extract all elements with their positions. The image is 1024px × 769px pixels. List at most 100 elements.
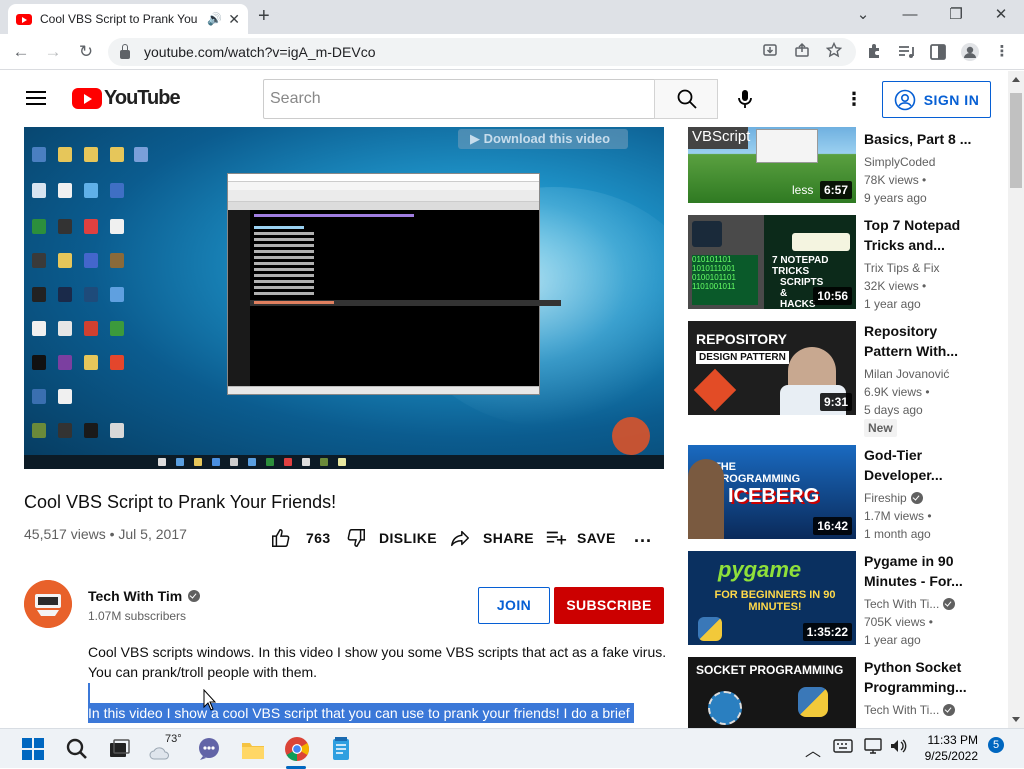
- verified-check-icon: [943, 704, 956, 716]
- scrollbar-thumb[interactable]: [1010, 93, 1022, 188]
- youtube-logo[interactable]: YouTube: [72, 87, 181, 110]
- playlist-add-icon: [546, 531, 567, 545]
- tab-search-icon[interactable]: ⌄: [840, 4, 886, 26]
- close-tab-icon[interactable]: ✕: [228, 11, 240, 28]
- verified-check-icon: [943, 598, 956, 610]
- teams-chat-icon[interactable]: [195, 735, 223, 763]
- address-bar[interactable]: youtube.com/watch?v=igA_m-DEVco: [108, 38, 856, 66]
- speaker-icon[interactable]: 🔊: [207, 12, 222, 26]
- maximize-button[interactable]: ❐: [933, 4, 979, 26]
- weather-temperature: 73°: [165, 733, 182, 745]
- new-tab-button[interactable]: +: [258, 6, 270, 26]
- verified-check-icon: [188, 590, 201, 602]
- show-hidden-icons-chevron[interactable]: ︿: [805, 737, 821, 761]
- search-input[interactable]: [264, 80, 654, 118]
- search-icon: [677, 89, 697, 109]
- recommended-channel-name[interactable]: Trix Tips & Fix: [864, 261, 940, 275]
- notepad-app-icon[interactable]: [327, 735, 355, 763]
- recommended-channel-name[interactable]: Tech With Ti...: [864, 597, 956, 611]
- install-app-icon[interactable]: [762, 42, 778, 58]
- media-control-icon[interactable]: [896, 42, 916, 62]
- video-thumbnail[interactable]: pygame FOR BEGINNERS IN 90 MINUTES! 1:35…: [688, 551, 856, 645]
- network-monitor-icon[interactable]: [864, 737, 882, 755]
- video-duration: 6:57: [819, 181, 852, 199]
- settings-more-icon[interactable]: ⋮: [842, 87, 866, 111]
- save-button[interactable]: SAVE: [545, 527, 616, 549]
- video-thumbnail[interactable]: 010101101 1010111001 0100101101 11010010…: [688, 215, 856, 309]
- dislike-button[interactable]: DISLIKE: [345, 527, 437, 549]
- subscribe-button[interactable]: SUBSCRIBE: [554, 587, 664, 624]
- more-actions-button[interactable]: ...: [634, 526, 652, 547]
- browser-tab-strip: Cool VBS Script to Prank You 🔊 ✕ + ⌄ — ❐…: [0, 0, 1024, 34]
- recommended-video[interactable]: SOCKET PROGRAMMING Python Socket Program…: [688, 657, 988, 728]
- search-button[interactable]: [654, 79, 718, 119]
- side-panel-icon[interactable]: [928, 42, 948, 62]
- recommended-video[interactable]: pygame FOR BEGINNERS IN 90 MINUTES! 1:35…: [688, 551, 988, 647]
- recommended-video-title[interactable]: Python Socket Programming...: [864, 657, 976, 697]
- like-button[interactable]: 763: [270, 527, 331, 549]
- share-page-icon[interactable]: [794, 42, 810, 58]
- lock-icon[interactable]: [120, 43, 130, 59]
- keyboard-icon[interactable]: [833, 739, 853, 753]
- profile-avatar-icon[interactable]: [960, 42, 980, 62]
- recommended-video-title[interactable]: Repository Pattern With...: [864, 321, 976, 361]
- recommended-video-title[interactable]: Pygame in 90 Minutes - For...: [864, 551, 976, 591]
- taskbar-search-icon[interactable]: [63, 735, 91, 763]
- minimize-button[interactable]: —: [887, 4, 933, 26]
- video-views-date: 45,517 views • Jul 5, 2017: [24, 526, 187, 542]
- close-window-button[interactable]: ✕: [978, 4, 1024, 26]
- share-button[interactable]: SHARE: [449, 527, 534, 549]
- system-clock[interactable]: 11:33 PM 9/25/2022: [912, 732, 978, 764]
- volume-icon[interactable]: [889, 737, 907, 755]
- bookmark-star-icon[interactable]: [826, 42, 842, 58]
- task-view-icon[interactable]: [105, 735, 133, 763]
- forward-arrow-icon[interactable]: →: [41, 40, 65, 64]
- page-scrollbar[interactable]: [1008, 71, 1024, 728]
- weather-widget[interactable]: 73°: [149, 733, 189, 763]
- recommended-views: 78K views •: [864, 173, 927, 187]
- notification-count-badge[interactable]: 5: [988, 737, 1004, 753]
- video-thumbnail[interactable]: REPOSITORY DESIGN PATTERN 9:31: [688, 321, 856, 415]
- recommended-video[interactable]: THE PROGRAMMING ICEBERG 16:42 God-Tier D…: [688, 445, 988, 541]
- channel-avatar[interactable]: [24, 580, 72, 628]
- recommended-video-title[interactable]: Basics, Part 8 ...: [864, 129, 976, 149]
- recommended-channel-name[interactable]: SimplyCoded: [864, 155, 935, 169]
- video-description: Cool VBS scripts windows. In this video …: [88, 644, 667, 680]
- back-arrow-icon[interactable]: ←: [9, 40, 33, 64]
- recommended-channel-name[interactable]: Tech With Ti...: [864, 703, 956, 717]
- thumbnail-text: 7 NOTEPAD TRICKS: [772, 255, 829, 277]
- video-thumbnail[interactable]: SOCKET PROGRAMMING: [688, 657, 856, 728]
- video-thumbnail[interactable]: VBScript less 6:57: [688, 127, 856, 203]
- channel-name[interactable]: Tech With Tim: [88, 588, 201, 604]
- sign-in-label: SIGN IN: [923, 91, 980, 108]
- recommended-channel-name[interactable]: Milan Jovanović: [864, 367, 949, 381]
- sign-in-button[interactable]: SIGN IN: [882, 81, 991, 118]
- youtube-favicon-icon: [16, 13, 32, 25]
- chrome-browser-icon[interactable]: [283, 735, 311, 763]
- extensions-puzzle-icon[interactable]: [864, 42, 884, 62]
- video-thumbnail[interactable]: THE PROGRAMMING ICEBERG 16:42: [688, 445, 856, 539]
- recommended-video[interactable]: VBScript less 6:57 Basics, Part 8 ... Si…: [688, 127, 988, 221]
- recommended-age: 1 month ago: [864, 527, 931, 541]
- channel-logo-icon: [24, 580, 72, 628]
- voice-search-mic-icon[interactable]: [733, 87, 757, 111]
- account-circle-icon: [894, 89, 915, 110]
- recommended-video[interactable]: REPOSITORY DESIGN PATTERN 9:31 Repositor…: [688, 321, 988, 437]
- scroll-down-arrow-icon[interactable]: [1012, 717, 1020, 722]
- recommended-video-title[interactable]: God-Tier Developer...: [864, 445, 976, 485]
- join-button[interactable]: JOIN: [478, 587, 550, 624]
- selected-description-text[interactable]: In this video I show a cool VBS script t…: [88, 703, 634, 723]
- file-explorer-icon[interactable]: [239, 735, 267, 763]
- scroll-up-arrow-icon[interactable]: [1012, 77, 1020, 82]
- recommended-channel-name[interactable]: Fireship: [864, 491, 923, 505]
- recommended-video[interactable]: 010101101 1010111001 0100101101 11010010…: [688, 215, 988, 311]
- video-player[interactable]: ▶ Download this video: [24, 127, 664, 469]
- guide-menu-icon[interactable]: [26, 91, 46, 105]
- recommended-video-title[interactable]: Top 7 Notepad Tricks and...: [864, 215, 976, 255]
- channel-watermark-icon[interactable]: [612, 417, 650, 455]
- browser-menu-icon[interactable]: ⋮: [992, 42, 1012, 62]
- windows-start-icon[interactable]: [19, 735, 47, 763]
- browser-tab[interactable]: Cool VBS Script to Prank You 🔊 ✕: [8, 4, 248, 34]
- reload-icon[interactable]: ↻: [74, 40, 98, 64]
- youtube-play-logo-icon: [72, 88, 102, 109]
